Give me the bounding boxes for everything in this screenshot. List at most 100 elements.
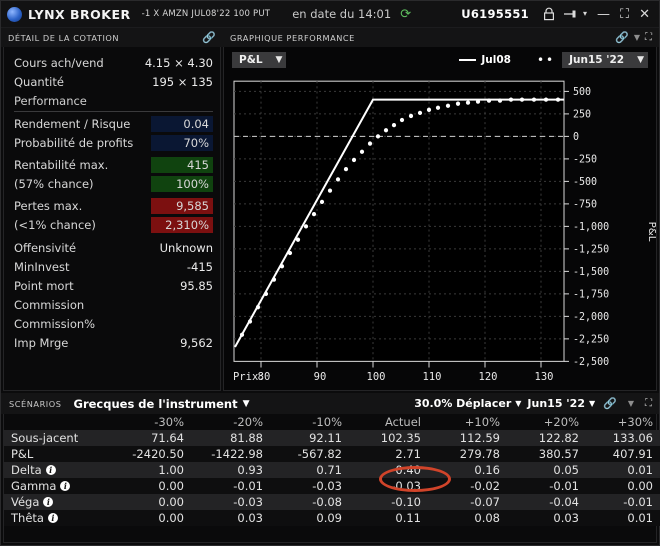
row-label: Thêta: [11, 511, 44, 525]
cell-value: -0.04: [549, 495, 579, 509]
x-tick-label: 80: [258, 370, 271, 383]
link-icon[interactable]: 🔗: [601, 398, 619, 409]
quote-row-commission: Commission: [14, 295, 213, 314]
cell-value: 122.82: [538, 431, 579, 445]
scenarios-panel: SCÉNARIOS Grecques de l'instrument ▼ 30.…: [1, 393, 660, 545]
info-icon[interactable]: i: [45, 465, 56, 475]
scenario-date-dropdown[interactable]: Jun15 '22 ▼: [527, 397, 595, 410]
column-header-plus30: +30%: [617, 415, 653, 429]
cell-value: 407.91: [612, 447, 653, 461]
cell-value: 0.05: [553, 463, 579, 477]
quote-row-value: 95.85: [180, 278, 213, 293]
cell-value: -0.07: [470, 495, 500, 509]
cell-value: 0.01: [627, 463, 653, 477]
chevron-down-icon[interactable]: ▼: [625, 399, 637, 408]
expand-icon[interactable]: ⛶: [643, 398, 654, 409]
row-label-theta: Thêta i: [4, 510, 112, 526]
x-tick-label: 100: [367, 370, 386, 383]
metric-value: 0.04: [151, 115, 213, 132]
cell-value: 0.71: [316, 463, 342, 477]
quote-row-value: 9,562: [180, 335, 213, 350]
maximize-button[interactable]: ⛶: [615, 7, 634, 22]
x-tick-label: 90: [314, 370, 327, 383]
scenarios-header: SCÉNARIOS Grecques de l'instrument ▼ 30.…: [1, 393, 659, 414]
metric-label: Rendement / Risque: [14, 116, 131, 131]
chart-metric-dropdown[interactable]: P&L ▼: [232, 52, 287, 68]
column-header-minus30: -30%: [154, 415, 184, 429]
expand-icon[interactable]: ⛶: [643, 32, 654, 43]
cell-value: 102.35: [380, 431, 421, 445]
metric-row-return-risk: Rendement / Risque 0.04: [14, 114, 213, 133]
chevron-down-icon[interactable]: ▼: [631, 33, 643, 42]
info-icon[interactable]: i: [43, 497, 54, 507]
column-header-plus10: +10%: [464, 415, 500, 429]
cell-value: 0.16: [474, 463, 500, 477]
plot-area[interactable]: 500 250 0 -250 -500 -750 -1,000 -1,250 -…: [224, 73, 656, 390]
cell-value: -2420.50: [132, 447, 184, 461]
cell-value: 0.11: [395, 511, 421, 525]
cell-value: 112.59: [459, 431, 500, 445]
table-row: Sous-jacent 71.64 81.88 92.11 102.35 112…: [4, 430, 660, 446]
y-tick-label: -250: [573, 154, 597, 165]
max-loss-value: 9,585: [151, 197, 213, 214]
cell-value: 0.00: [158, 495, 184, 509]
chart-date-dropdown[interactable]: Jun15 '22 ▼: [562, 52, 648, 68]
cell-value: 380.57: [538, 447, 579, 461]
refresh-icon[interactable]: ⟳: [400, 8, 411, 21]
max-loss-sub-row: (<1% chance) 2,310%: [14, 215, 213, 234]
move-percent-dropdown[interactable]: 30.0% Déplacer ▼: [414, 397, 521, 410]
y-axis-title: P&L: [646, 222, 656, 242]
payoff-chart-svg: 500 250 0 -250 -500 -750 -1,000 -1,250 -…: [233, 80, 656, 383]
greeks-table-container: -30% -20% -10% Actuel +10% +20% +30% Sou…: [3, 414, 660, 543]
chart-panel-header: GRAPHIQUE PERFORMANCE 🔗 ▼ ⛶: [223, 28, 659, 47]
cell-value: -0.01: [623, 495, 653, 509]
cell-value: 81.88: [230, 431, 263, 445]
scenario-date-label: Jun15 '22: [527, 397, 585, 410]
cell-value: 92.11: [309, 431, 342, 445]
y-tick-label: 500: [573, 87, 591, 98]
link-icon[interactable]: 🔗: [200, 32, 218, 43]
max-profit-main-row: Rentabilité max. 415: [14, 155, 213, 174]
cell-value: -0.03: [233, 495, 263, 509]
column-header-blank: [4, 414, 112, 430]
cell-value: -0.03: [391, 479, 421, 493]
close-button[interactable]: ✕: [634, 7, 655, 22]
cell-value: 0.01: [627, 511, 653, 525]
pin-icon[interactable]: [559, 8, 583, 20]
metric-value: 70%: [151, 134, 213, 151]
cell-value: 0.03: [553, 511, 579, 525]
cell-value: 0.03: [237, 511, 263, 525]
scenarios-title-dropdown[interactable]: Grecques de l'instrument ▼: [74, 397, 250, 411]
lock-icon[interactable]: [539, 7, 559, 21]
y-tick-label: -750: [573, 199, 597, 210]
cell-value: 71.64: [151, 431, 184, 445]
y-tick-label: -1,000: [573, 222, 609, 233]
quote-row-label: Quantité: [14, 74, 64, 89]
scenarios-tag: SCÉNARIOS: [9, 398, 62, 409]
column-header-minus20: -20%: [233, 415, 263, 429]
table-row: Gamma i 0.00 -0.01 -0.03 -0.03 -0.02 -0.0…: [4, 478, 660, 494]
quote-panel-header: DÉTAIL DE LA COTATION 🔗: [1, 28, 223, 47]
pin-dropdown-caret-icon[interactable]: ▾: [583, 10, 592, 18]
info-icon[interactable]: i: [47, 513, 58, 523]
quote-row-label: Offensivité: [14, 240, 77, 255]
cell-value: -0.01: [549, 479, 579, 493]
quote-row-label: Cours ach/vend: [14, 55, 104, 70]
link-icon[interactable]: 🔗: [613, 32, 631, 43]
row-label: Sous-jacent: [11, 431, 79, 445]
x-tick-label: 120: [479, 370, 498, 383]
row-label: Delta: [11, 463, 42, 477]
info-icon[interactable]: i: [60, 481, 71, 491]
window-body: DÉTAIL DE LA COTATION 🔗 Cours ach/vend 4…: [1, 28, 660, 545]
cell-value: -0.03: [312, 479, 342, 493]
cell-value: 0.00: [627, 479, 653, 493]
quote-detail-body: Cours ach/vend 4.15 × 4.30 Quantité 195 …: [3, 47, 221, 391]
column-header-plus20: +20%: [543, 415, 579, 429]
minimize-button[interactable]: —: [592, 7, 615, 22]
max-profit-value: 415: [151, 156, 213, 173]
x-tick-label: 130: [535, 370, 554, 383]
cell-value: -0.10: [391, 495, 421, 509]
y-tick-label: -1,500: [573, 267, 609, 278]
cell-value: -0.01: [233, 479, 263, 493]
cell-value: -567.82: [297, 447, 342, 461]
